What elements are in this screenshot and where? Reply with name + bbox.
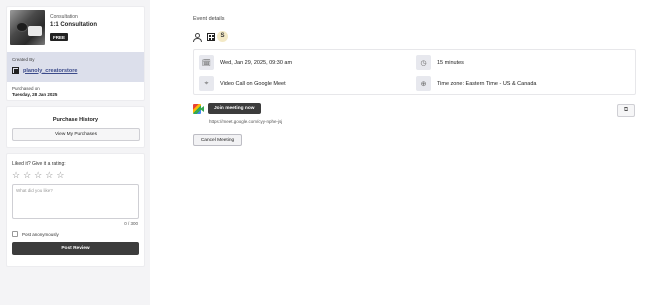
review-textarea[interactable]: What did you like? [12, 184, 139, 219]
event-details-title: Event details [193, 16, 225, 22]
event-panel: Event details S 🗓 Wed, Jan 29, 2025, 09:… [150, 0, 670, 305]
product-thumbnail [10, 10, 45, 45]
date-row: 🗓 Wed, Jan 29, 2025, 09:30 am [199, 55, 292, 70]
attendee-logo-icon [207, 32, 215, 41]
character-counter: 0 / 300 [124, 221, 138, 226]
star-icon[interactable]: ☆ [56, 171, 64, 180]
meeting-row: Join meeting now [193, 103, 261, 114]
created-by-label: Created By [12, 57, 35, 62]
event-duration: 15 minutes [437, 59, 464, 66]
star-icon[interactable]: ☆ [12, 171, 20, 180]
attendee-avatar: S [217, 31, 228, 42]
price-badge: FREE [50, 33, 69, 41]
purchased-date: Tuesday, 28 Jan 2025 [12, 92, 58, 97]
timezone-row: ⊕ Time zone: Eastern Time - US & Canada [416, 76, 536, 91]
view-purchases-button[interactable]: View My Purchases [12, 128, 140, 141]
sidebar: Consultation 1:1 Consultation FREE Creat… [6, 6, 145, 267]
purchased-section: Purchased on Tuesday, 28 Jan 2025 [7, 82, 144, 97]
location-row: ⌖ Video Call on Google Meet [199, 76, 286, 91]
event-date-time: Wed, Jan 29, 2025, 09:30 am [220, 59, 293, 66]
event-location: Video Call on Google Meet [220, 80, 286, 87]
google-meet-icon [193, 103, 204, 114]
copy-link-button[interactable]: ⧉ [617, 104, 635, 117]
star-icon[interactable]: ☆ [45, 171, 53, 180]
join-meeting-button[interactable]: Join meeting now [208, 103, 261, 114]
user-icon [193, 32, 202, 42]
clock-icon: ◷ [416, 55, 431, 70]
creator-logo-icon [12, 67, 19, 74]
calendar-icon: 🗓 [199, 55, 214, 70]
creator-link[interactable]: planoly_creatorstore [23, 68, 77, 74]
star-rating: ☆ ☆ ☆ ☆ ☆ [12, 171, 139, 180]
duration-row: ◷ 15 minutes [416, 55, 464, 70]
product-summary: Consultation 1:1 Consultation FREE [7, 7, 144, 50]
creator-row: planoly_creatorstore [12, 67, 139, 74]
star-icon[interactable]: ☆ [23, 171, 31, 180]
product-category: Consultation [50, 14, 78, 20]
cancel-meeting-button[interactable]: Cancel Meeting [193, 134, 242, 146]
location-pin-icon: ⌖ [199, 76, 214, 91]
attendees-row: S [193, 31, 228, 42]
post-review-button[interactable]: Post Review [12, 242, 139, 255]
event-details-box: 🗓 Wed, Jan 29, 2025, 09:30 am ◷ 15 minut… [193, 49, 636, 95]
star-icon[interactable]: ☆ [34, 171, 42, 180]
rating-prompt: Liked it? Give it a rating: [12, 161, 66, 167]
purchase-history-title: Purchase History [52, 117, 99, 123]
purchase-history-card: Purchase History View My Purchases [6, 106, 145, 148]
created-by-section: Created By planoly_creatorstore [7, 52, 144, 82]
anonymous-option: Post anonymously [12, 231, 139, 237]
product-title: 1:1 Consultation [50, 22, 98, 28]
purchased-label: Purchased on [12, 86, 40, 91]
product-info: Consultation 1:1 Consultation FREE [50, 10, 97, 50]
anonymous-checkbox[interactable] [12, 231, 18, 237]
review-card: Liked it? Give it a rating: ☆ ☆ ☆ ☆ ☆ Wh… [6, 153, 145, 267]
product-card: Consultation 1:1 Consultation FREE Creat… [6, 6, 145, 101]
anonymous-label: Post anonymously [22, 231, 59, 237]
meeting-link[interactable]: https://meet.google.com/cyy-nphe-jsj [209, 119, 282, 124]
event-timezone: Time zone: Eastern Time - US & Canada [437, 80, 537, 87]
globe-icon: ⊕ [416, 76, 431, 91]
